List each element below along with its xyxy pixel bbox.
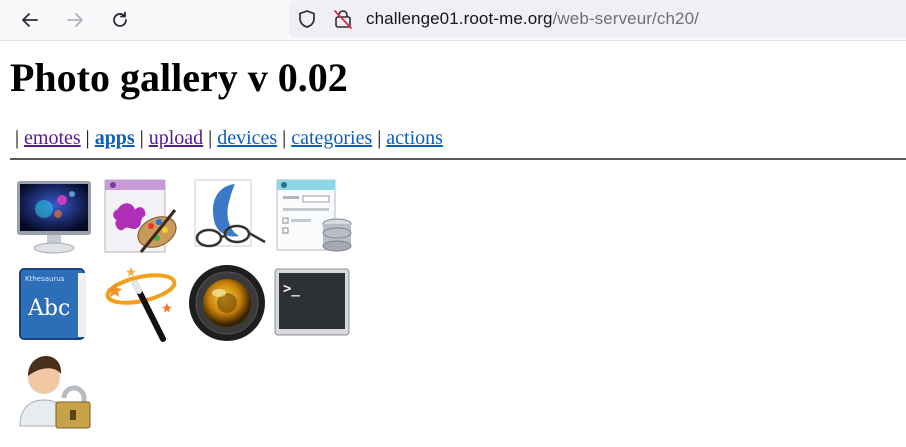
magic-wand-icon	[105, 267, 177, 342]
menu-separator: |	[377, 127, 382, 149]
gallery-item[interactable]	[101, 176, 181, 256]
menu-link-actions[interactable]: actions	[386, 127, 443, 149]
book-top-text: Kthesaurus	[25, 275, 65, 283]
glasses-editor-icon	[194, 179, 266, 248]
menu-link-categories[interactable]: categories	[291, 127, 372, 149]
back-button[interactable]	[16, 6, 44, 34]
url-path: /web-serveur/ch20/	[552, 9, 699, 28]
book-cover-text: Abc	[27, 296, 70, 321]
forward-arrow-icon	[67, 13, 83, 27]
gallery-item[interactable]	[187, 176, 267, 256]
monitor-icon	[17, 181, 91, 254]
menu-separator: |	[15, 127, 20, 149]
browser-toolbar: challenge01.root-me.org/web-serveur/ch20…	[0, 0, 906, 41]
insecure-lock-icon[interactable]	[332, 8, 354, 30]
menu-link-upload[interactable]: upload	[149, 127, 203, 149]
gallery-item[interactable]	[14, 350, 94, 430]
reload-button[interactable]	[106, 6, 134, 34]
url-text[interactable]: challenge01.root-me.org/web-serveur/ch20…	[366, 9, 699, 29]
gallery-item[interactable]	[14, 176, 94, 256]
menu-link-apps[interactable]: apps	[95, 127, 135, 149]
menu-separator: |	[139, 127, 144, 149]
menu-separator: |	[282, 127, 287, 149]
url-host: challenge01.root-me.org	[366, 9, 553, 28]
user-lock-icon	[19, 356, 91, 429]
camera-lens-icon	[189, 265, 265, 341]
gallery-item[interactable]	[101, 263, 181, 343]
menu-separator: |	[208, 127, 213, 149]
menu-link-emotes[interactable]: emotes	[24, 127, 81, 149]
forward-button[interactable]	[61, 6, 89, 34]
back-arrow-icon	[22, 13, 38, 27]
category-menu: | emotes | apps | upload | devices | cat…	[15, 127, 443, 150]
paint-palette-icon	[104, 179, 177, 253]
page-title: Photo gallery v 0.02	[10, 55, 348, 100]
terminal-prompt: >_	[283, 281, 300, 297]
database-form-icon	[276, 179, 352, 252]
reload-icon	[113, 11, 127, 27]
divider	[10, 158, 906, 160]
menu-link-devices[interactable]: devices	[217, 127, 277, 149]
gallery-item[interactable]	[273, 176, 353, 256]
gallery-item[interactable]	[187, 263, 267, 343]
terminal-icon: >_	[274, 268, 350, 336]
shield-icon[interactable]	[297, 9, 317, 29]
address-bar[interactable]: challenge01.root-me.org/web-serveur/ch20…	[289, 0, 906, 38]
gallery-item[interactable]: Kthesaurus Abc	[14, 263, 94, 343]
menu-separator: |	[85, 127, 90, 149]
gallery-item[interactable]: >_	[273, 263, 353, 343]
thesaurus-book-icon: Kthesaurus Abc	[19, 268, 86, 340]
